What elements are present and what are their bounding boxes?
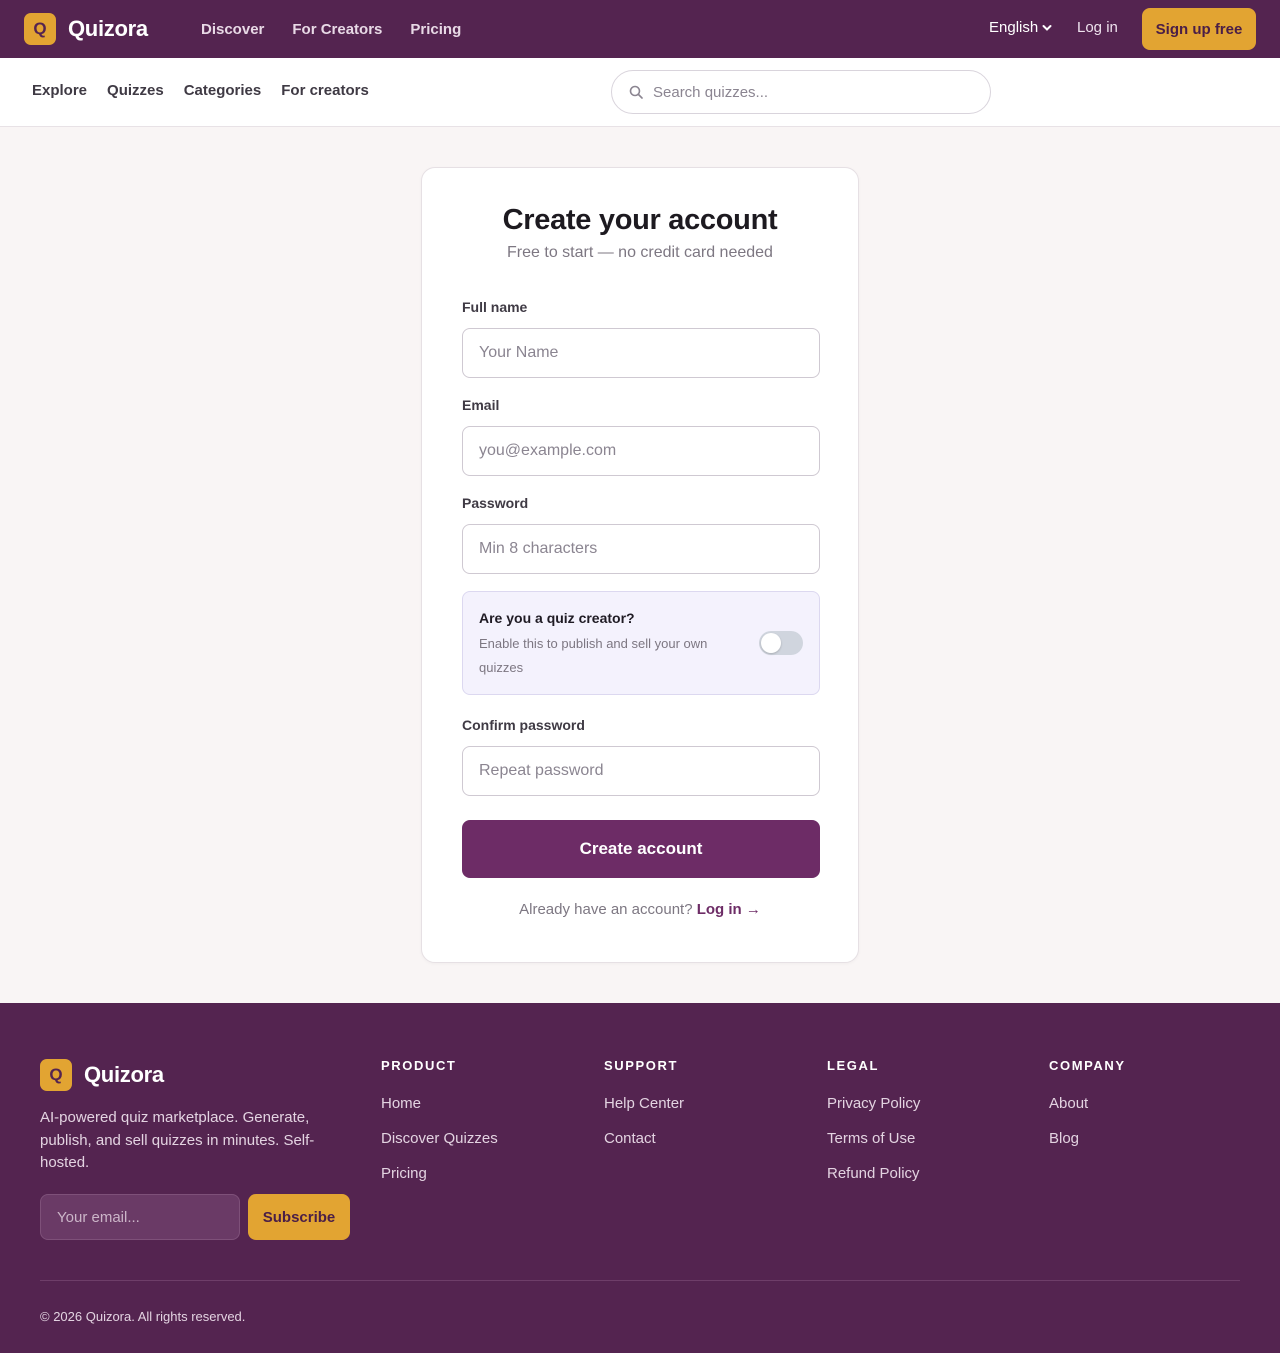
have-account-text: Already have an account? Log in →	[422, 901, 858, 918]
subscribe-button[interactable]: Subscribe	[248, 1194, 350, 1240]
subnav-categories[interactable]: Categories	[184, 82, 262, 99]
chevron-down-icon	[1042, 24, 1052, 31]
footer-column-product: PRODUCT Home Discover Quizzes Pricing	[381, 1058, 498, 1200]
footer-column-title: SUPPORT	[604, 1058, 679, 1073]
footer-link-contact[interactable]: Contact	[604, 1130, 684, 1147]
language-label: English	[989, 19, 1039, 36]
language-selector[interactable]: English	[989, 19, 1052, 36]
footer-link-privacy-policy[interactable]: Privacy Policy	[827, 1095, 920, 1112]
footer-column-title: PRODUCT	[381, 1058, 457, 1073]
logo[interactable]: Q Quizora	[24, 13, 148, 45]
signup-button[interactable]: Sign up free	[1142, 8, 1256, 50]
footer-divider	[40, 1280, 1240, 1281]
footer-link-refund-policy[interactable]: Refund Policy	[827, 1165, 920, 1182]
top-nav: Discover For Creators Pricing	[201, 0, 489, 58]
password-label: Password	[462, 495, 529, 511]
nav-for-creators[interactable]: For Creators	[292, 21, 382, 38]
confirm-password-label: Confirm password	[462, 717, 585, 733]
create-account-button[interactable]: Create account	[462, 820, 820, 878]
footer-link-terms-of-use[interactable]: Terms of Use	[827, 1130, 920, 1147]
search-box[interactable]	[611, 70, 991, 114]
page-title: Create your account	[502, 204, 778, 236]
search-icon	[629, 85, 643, 99]
email-label: Email	[462, 397, 500, 413]
sub-nav-bar: Explore Quizzes Categories For creators	[0, 58, 1280, 127]
page-subtitle: Free to start — no credit card needed	[507, 244, 773, 261]
full-name-label: Full name	[462, 299, 528, 315]
confirm-password-field[interactable]	[462, 746, 820, 796]
signup-card: Create your account Free to start — no c…	[421, 167, 859, 963]
logo-badge-icon: Q	[24, 13, 56, 45]
footer-link-help-center[interactable]: Help Center	[604, 1095, 684, 1112]
sub-nav: Explore Quizzes Categories For creators	[32, 82, 389, 99]
top-header: Q Quizora Discover For Creators Pricing …	[0, 0, 1280, 58]
footer-logo[interactable]: Q Quizora	[40, 1059, 164, 1091]
subnav-for-creators[interactable]: For creators	[281, 82, 369, 99]
logo-text: Quizora	[68, 16, 148, 41]
footer: Q Quizora AI-powered quiz marketplace. G…	[0, 1003, 1280, 1353]
have-account-label: Already have an account?	[519, 901, 693, 918]
footer-link-about[interactable]: About	[1049, 1095, 1126, 1112]
footer-column-company: COMPANY About Blog	[1049, 1058, 1126, 1165]
footer-link-blog[interactable]: Blog	[1049, 1130, 1126, 1147]
footer-link-pricing[interactable]: Pricing	[381, 1165, 498, 1182]
nav-discover[interactable]: Discover	[201, 21, 264, 38]
password-field[interactable]	[462, 524, 820, 574]
login-link[interactable]: Log in	[1077, 19, 1118, 36]
footer-logo-badge-icon: Q	[40, 1059, 72, 1091]
footer-column-title: COMPANY	[1049, 1058, 1126, 1073]
toggle-knob	[761, 633, 781, 653]
footer-column-support: SUPPORT Help Center Contact	[604, 1058, 684, 1165]
creator-description: Enable this to publish and sell your own…	[479, 636, 708, 675]
footer-logo-text: Quizora	[84, 1062, 164, 1087]
newsletter-email-input[interactable]	[40, 1194, 240, 1240]
footer-column-title: LEGAL	[827, 1058, 880, 1073]
nav-pricing[interactable]: Pricing	[410, 21, 461, 38]
creator-option-box: Are you a quiz creator? Enable this to p…	[462, 591, 820, 695]
full-name-field[interactable]	[462, 328, 820, 378]
card-login-link[interactable]: Log in →	[697, 901, 761, 918]
creator-toggle[interactable]	[759, 631, 803, 655]
footer-link-home[interactable]: Home	[381, 1095, 498, 1112]
creator-title: Are you a quiz creator?	[479, 610, 635, 626]
subnav-quizzes[interactable]: Quizzes	[107, 82, 164, 99]
search-input[interactable]	[653, 83, 953, 101]
email-field[interactable]	[462, 426, 820, 476]
footer-link-discover-quizzes[interactable]: Discover Quizzes	[381, 1130, 498, 1147]
footer-column-legal: LEGAL Privacy Policy Terms of Use Refund…	[827, 1058, 920, 1200]
subnav-explore[interactable]: Explore	[32, 82, 87, 99]
copyright: © 2026 Quizora. All rights reserved.	[40, 1309, 246, 1324]
footer-about: AI-powered quiz marketplace. Generate, p…	[40, 1109, 315, 1171]
